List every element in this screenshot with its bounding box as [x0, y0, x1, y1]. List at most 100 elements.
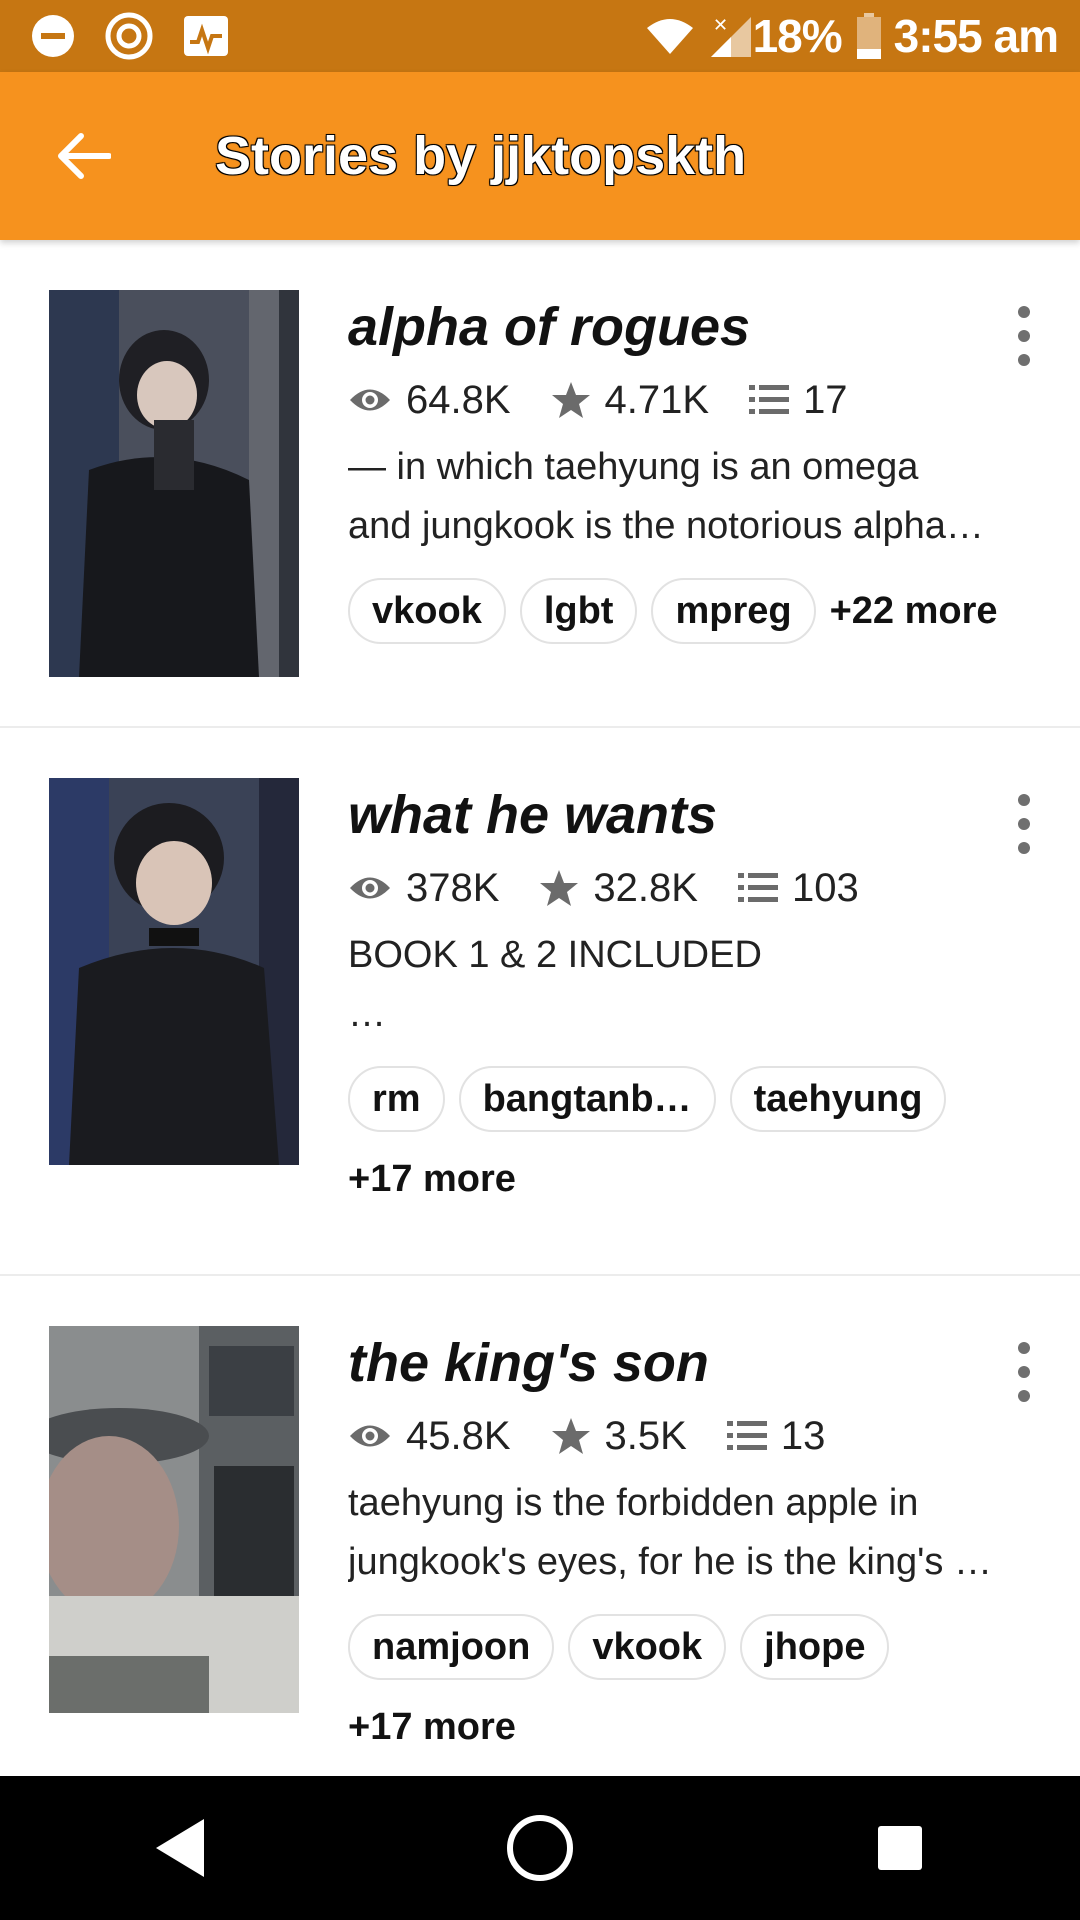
battery-icon: [856, 13, 882, 59]
tag-chip[interactable]: jhope: [740, 1614, 890, 1680]
menu-dot-icon: [1018, 818, 1030, 830]
tag-chip[interactable]: vkook: [348, 578, 506, 644]
description-line: — in which taehyung is an omega: [348, 446, 919, 488]
description-line: and jungkook is the notorious alpha…: [348, 505, 984, 547]
tag-label: lgbt: [543, 589, 614, 632]
story-list[interactable]: alpha of rogues 64.8K 4.71K 17 — in whic…: [0, 240, 1080, 1776]
more-tags-link[interactable]: +17 more: [348, 1146, 516, 1212]
eye-icon: [350, 1425, 390, 1447]
story-cover-image[interactable]: [49, 778, 299, 1165]
signal-icon: ✕: [709, 13, 753, 59]
tag-label: mpreg: [675, 589, 792, 632]
story-overflow-menu-button[interactable]: [1006, 794, 1042, 854]
tag-label: namjoon: [372, 1625, 531, 1668]
reads-count: 64.8K: [406, 377, 511, 422]
tag-list: rm bangtanb… taehyung +17 more: [348, 1066, 1038, 1226]
wifi-icon: [645, 16, 695, 56]
parts-stat: 17: [749, 378, 848, 423]
tag-chip[interactable]: lgbt: [519, 578, 638, 644]
screen: ✕ 18% 3:55 am Stories by jjktopskth alph…: [0, 0, 1080, 1920]
menu-dot-icon: [1018, 1342, 1030, 1354]
story-title[interactable]: the king's son: [348, 1330, 1038, 1396]
arrow-left-icon: [58, 133, 111, 179]
status-bar-left: [30, 11, 258, 61]
do-not-disturb-icon: [30, 13, 76, 59]
tag-chip[interactable]: namjoon: [348, 1614, 555, 1680]
story-card[interactable]: the king's son 45.8K 3.5K 13 taehyung is…: [0, 1276, 1080, 1776]
menu-dot-icon: [1018, 1366, 1030, 1378]
tag-chip[interactable]: vkook: [568, 1614, 727, 1680]
story-cover-image[interactable]: [49, 290, 299, 677]
reads-stat: 378K: [348, 866, 499, 911]
tag-label: vkook: [372, 589, 482, 632]
menu-dot-icon: [1018, 1390, 1030, 1402]
votes-count: 32.8K: [593, 865, 698, 910]
battery-percent: 18%: [752, 10, 843, 62]
story-overflow-menu-button[interactable]: [1006, 1342, 1042, 1402]
activity-icon: [182, 14, 230, 58]
votes-count: 4.71K: [604, 377, 710, 422]
clock: 3:55 am: [893, 10, 1059, 62]
votes-stat: 32.8K: [539, 866, 698, 911]
tag-chip[interactable]: rm: [348, 1066, 445, 1132]
back-triangle-icon: [156, 1819, 204, 1877]
tag-label: jhope: [764, 1625, 866, 1668]
description-line: jungkook's eyes, for he is the king's …: [348, 1541, 992, 1583]
status-bar-right: ✕ 18% 3:55 am: [631, 9, 1059, 63]
system-nav-bar: [0, 1776, 1080, 1920]
description-line: …: [348, 993, 386, 1035]
menu-dot-icon: [1018, 354, 1030, 366]
parts-stat: 103: [737, 866, 859, 911]
story-description[interactable]: — in which taehyung is an omega and jung…: [348, 438, 1038, 556]
tag-label: vkook: [592, 1625, 703, 1668]
eye-icon: [350, 389, 390, 411]
list-icon: [737, 873, 778, 902]
story-title[interactable]: what he wants: [348, 782, 1038, 848]
list-icon: [726, 1421, 767, 1450]
votes-count: 3.5K: [604, 1413, 687, 1458]
menu-dot-icon: [1018, 842, 1030, 854]
parts-stat: 13: [726, 1413, 826, 1459]
story-title[interactable]: alpha of rogues: [348, 294, 1038, 360]
sync-icon: [104, 11, 154, 61]
story-card[interactable]: what he wants 378K 32.8K 103 BOOK 1 & 2 …: [0, 728, 1080, 1276]
nav-home-button[interactable]: [480, 1788, 600, 1908]
story-stats: 45.8K 3.5K 13: [348, 1406, 1038, 1466]
star-icon: [540, 870, 579, 906]
more-tags-link[interactable]: +17 more: [348, 1694, 516, 1760]
story-description[interactable]: BOOK 1 & 2 INCLUDED …: [348, 926, 1038, 1044]
story-content: what he wants 378K 32.8K 103 BOOK 1 & 2 …: [348, 782, 1038, 1226]
story-card[interactable]: alpha of rogues 64.8K 4.71K 17 — in whic…: [0, 240, 1080, 728]
story-stats: 378K 32.8K 103: [348, 858, 1038, 918]
parts-count: 13: [780, 1413, 826, 1458]
description-line: taehyung is the forbidden apple in: [348, 1482, 919, 1524]
status-bar: ✕ 18% 3:55 am: [0, 0, 1080, 72]
description-line: BOOK 1 & 2 INCLUDED: [348, 934, 762, 976]
tag-list: vkook lgbt mpreg +22 more: [348, 578, 1038, 658]
tag-chip[interactable]: bangtanb…: [458, 1066, 716, 1132]
tag-chip[interactable]: taehyung: [729, 1066, 947, 1132]
story-cover-image[interactable]: [49, 1326, 299, 1713]
back-button[interactable]: [52, 124, 116, 188]
star-icon: [551, 1418, 590, 1454]
nav-recents-button[interactable]: [840, 1788, 960, 1908]
menu-dot-icon: [1018, 330, 1030, 342]
more-tags-link[interactable]: +22 more: [830, 578, 998, 644]
story-overflow-menu-button[interactable]: [1006, 306, 1042, 366]
reads-stat: 45.8K: [348, 1414, 511, 1459]
story-content: the king's son 45.8K 3.5K 13 taehyung is…: [348, 1330, 1038, 1774]
star-icon: [551, 382, 590, 418]
menu-dot-icon: [1018, 306, 1030, 318]
reads-count: 45.8K: [406, 1413, 511, 1458]
home-circle-icon: [507, 1815, 573, 1881]
tag-chip[interactable]: mpreg: [651, 578, 816, 644]
eye-icon: [350, 877, 390, 899]
nav-back-button[interactable]: [120, 1788, 240, 1908]
story-stats: 64.8K 4.71K 17: [348, 370, 1038, 430]
story-content: alpha of rogues 64.8K 4.71K 17 — in whic…: [348, 294, 1038, 658]
votes-stat: 3.5K: [551, 1414, 687, 1459]
list-icon: [749, 385, 790, 414]
story-description[interactable]: taehyung is the forbidden apple in jungk…: [348, 1474, 1038, 1592]
page-title: Stories by jjktopskth: [215, 126, 747, 186]
reads-stat: 64.8K: [348, 378, 511, 423]
